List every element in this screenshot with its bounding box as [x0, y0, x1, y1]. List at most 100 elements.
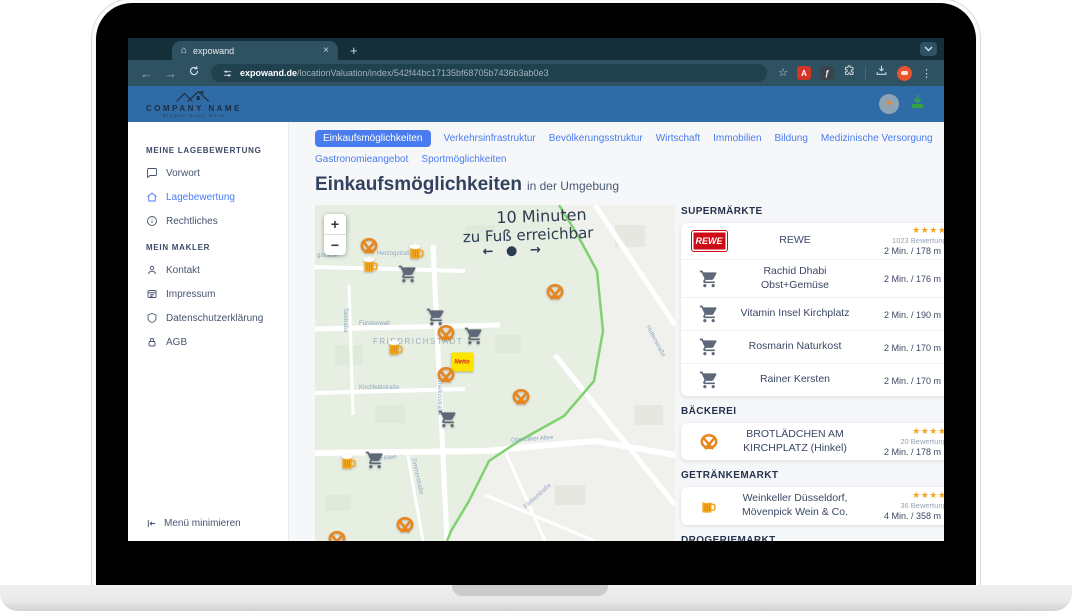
- chevron-down-icon: [924, 46, 933, 52]
- impressum-icon: [146, 288, 158, 300]
- store-row-rewe: REWE REWE ★★★★☆1023 Bewertungen2 Min. / …: [681, 223, 944, 259]
- beer-marker[interactable]: [386, 338, 406, 358]
- pretzel-marker[interactable]: [545, 282, 565, 302]
- pretzel-marker[interactable]: [436, 365, 456, 385]
- cart-icon: [699, 337, 719, 357]
- walk-distance: 2 Min. / 170 m: [861, 376, 944, 386]
- cart-marker[interactable]: [438, 409, 458, 429]
- tab-title: expowand: [193, 46, 234, 56]
- sidebar-item-datenschutzerkl-rung[interactable]: Datenschutzerklärung: [146, 312, 288, 324]
- tab-medizinische-versorgung[interactable]: Medizinische Versorgung: [821, 131, 933, 146]
- script-extension-icon[interactable]: ƒ: [820, 66, 834, 80]
- listing-card: BROTLÄDCHEN AM KIRCHPLATZ (Hinkel) ★★★★★…: [681, 423, 944, 460]
- tab-wirtschaft[interactable]: Wirtschaft: [656, 131, 700, 146]
- sidebar-item-label: Lagebewertung: [166, 192, 235, 203]
- tab-bev-lkerungsstruktur[interactable]: Bevölkerungsstruktur: [549, 131, 643, 146]
- reload-icon: [188, 65, 200, 77]
- store-name: Rachid Dhabi Obst+Gemüse: [729, 263, 861, 294]
- zoom-out-button[interactable]: −: [324, 235, 346, 255]
- browser-menu-icon[interactable]: ⋮: [921, 67, 932, 80]
- profile-avatar[interactable]: [897, 66, 912, 81]
- store-name: Rainer Kersten: [729, 371, 861, 389]
- sidebar-item-impressum[interactable]: Impressum: [146, 288, 288, 300]
- new-tab-button[interactable]: +: [350, 44, 358, 57]
- pdf-extension-icon[interactable]: A: [797, 66, 811, 80]
- pretzel-marker[interactable]: [395, 515, 415, 535]
- browser-toolbar: ← → expowand.de/locationValuation/index/…: [128, 60, 944, 86]
- beer-marker[interactable]: [361, 255, 381, 275]
- listing-section-title: SUPERMÄRKTE: [681, 206, 944, 217]
- store-name: Weinkeller Düsseldorf, Mövenpick Wein & …: [729, 490, 861, 521]
- tab-gastronomieangebot[interactable]: Gastronomieangebot: [315, 152, 408, 167]
- company-logo[interactable]: COMPANY NAME Slogan Goes Here: [146, 90, 242, 118]
- theme-toggle-button[interactable]: ☀: [879, 94, 899, 114]
- map[interactable]: + − 10 Minuten zu Fuß erreichbar ← ● → F…: [315, 205, 675, 541]
- store-row-rosmarin-naturkost: Rosmarin Naturkost 2 Min. / 170 m: [681, 330, 944, 363]
- pretzel-icon: [699, 432, 719, 452]
- tab-bildung[interactable]: Bildung: [775, 131, 808, 146]
- download-icon: [875, 64, 888, 77]
- zoom-in-button[interactable]: +: [324, 214, 346, 235]
- sidebar-item-agb[interactable]: AGB: [146, 336, 288, 348]
- store-row-vitamin-insel-kirchplatz: Vitamin Insel Kirchplatz 2 Min. / 190 m: [681, 297, 944, 330]
- sun-icon: ☀: [884, 99, 894, 110]
- chat-icon: [146, 167, 158, 179]
- cart-marker[interactable]: [464, 326, 484, 346]
- minimize-menu-button[interactable]: Menü minimieren: [146, 518, 241, 529]
- browser-tabstrip: ⌂ expowand × +: [128, 38, 944, 60]
- cart-marker[interactable]: [398, 264, 418, 284]
- cart-marker[interactable]: [365, 450, 385, 470]
- downloads-button[interactable]: [875, 64, 888, 82]
- pretzel-marker[interactable]: [511, 387, 531, 407]
- browser-tab[interactable]: ⌂ expowand ×: [172, 41, 338, 60]
- pretzel-marker[interactable]: [359, 236, 379, 256]
- back-button[interactable]: ←: [140, 67, 153, 80]
- roofs-logo-icon: [174, 90, 214, 103]
- street-label: Kirchfeldstraße: [359, 385, 399, 391]
- store-name: Rosmarin Naturkost: [729, 338, 861, 356]
- extensions-puzzle-icon[interactable]: [843, 64, 856, 82]
- sidebar-item-kontakt[interactable]: Kontakt: [146, 264, 288, 276]
- sidebar-item-vorwort[interactable]: Vorwort: [146, 167, 288, 179]
- laptop-base-notch: [452, 585, 608, 596]
- sidebar-item-lagebewertung[interactable]: Lagebewertung: [146, 191, 288, 203]
- tab-sportm-glichkeiten[interactable]: Sportmöglichkeiten: [421, 152, 506, 167]
- tab-immobilien[interactable]: Immobilien: [713, 131, 761, 146]
- sidebar-item-rechtliches[interactable]: Rechtliches: [146, 215, 288, 227]
- laptop-frame: ⌂ expowand × + ← → expowand.de/locationV…: [96, 3, 976, 585]
- star-rating: ★★★★☆: [861, 226, 944, 236]
- store-row-weinkeller-d-sseldorf-m-venpick-wein-co: Weinkeller Düsseldorf, Mövenpick Wein & …: [681, 487, 944, 524]
- listing-card: REWE REWE ★★★★☆1023 Bewertungen2 Min. / …: [681, 223, 944, 396]
- cart-icon: [699, 269, 719, 289]
- reload-button[interactable]: [188, 64, 200, 82]
- tab-row: Einkaufsmöglichkeiten Verkehrsinfrastrukt…: [315, 130, 944, 147]
- star-rating: ★★★★★☆: [861, 427, 944, 437]
- pretzel-marker[interactable]: [327, 529, 347, 541]
- home-icon: [146, 191, 158, 203]
- map-zoom-control: + −: [324, 214, 346, 255]
- site-settings-icon: [222, 68, 233, 79]
- bookmark-star-icon[interactable]: ☆: [778, 68, 788, 79]
- company-name: COMPANY NAME: [146, 104, 242, 113]
- lock-icon: [146, 336, 158, 348]
- tab-close-icon[interactable]: ×: [323, 45, 329, 56]
- site-header: COMPANY NAME Slogan Goes Here ☀: [128, 86, 944, 122]
- listing-section-title: DROGERIEMARKT: [681, 535, 944, 541]
- walk-distance: 2 Min. / 178 m: [861, 246, 944, 256]
- page-subtitle: in der Umgebung: [527, 179, 619, 193]
- forward-button[interactable]: →: [164, 67, 177, 80]
- sidebar-item-label: Vorwort: [166, 168, 200, 179]
- page-title: Einkaufsmöglichkeitenin der Umgebung: [315, 174, 944, 196]
- report-download-button[interactable]: [909, 93, 926, 115]
- walk-distance: 2 Min. / 178 m: [861, 447, 944, 457]
- beer-icon: [699, 496, 719, 516]
- walk-distance: 2 Min. / 170 m: [861, 343, 944, 353]
- sidebar-section-title: MEIN MAKLER: [146, 243, 288, 252]
- beer-marker[interactable]: [339, 452, 359, 472]
- tab-einkaufsm-glichkeiten[interactable]: Einkaufsmöglichkeiten: [315, 130, 431, 147]
- walk-distance: 2 Min. / 176 m: [861, 274, 944, 284]
- pretzel-marker[interactable]: [436, 323, 456, 343]
- tab-verkehrsinfrastruktur[interactable]: Verkehrsinfrastruktur: [444, 131, 536, 146]
- tab-search-button[interactable]: [920, 42, 937, 56]
- url-bar[interactable]: expowand.de/locationValuation/index/542f…: [211, 64, 767, 82]
